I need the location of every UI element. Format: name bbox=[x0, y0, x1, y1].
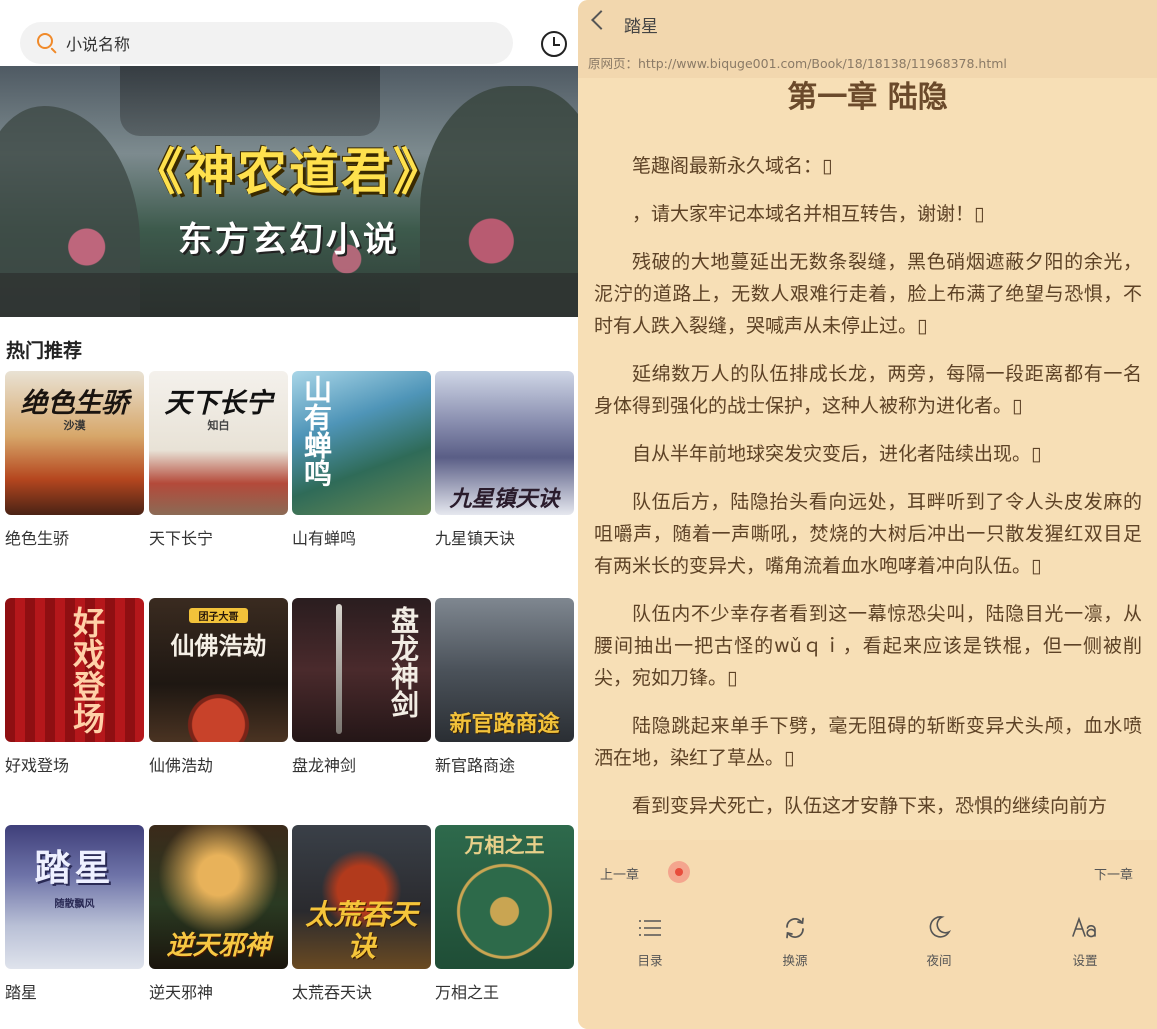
reading-progress-slider[interactable] bbox=[668, 861, 690, 883]
chapter-content: 笔趣阁最新永久域名：▯ ，请大家牢记本域名并相互转告，谢谢！▯ 残破的大地蔓延出… bbox=[594, 150, 1142, 838]
paragraph: 看到变异犬死亡，队伍这才安静下来，恐惧的继续向前方 bbox=[632, 795, 1108, 817]
book-title: 万相之王 bbox=[435, 983, 500, 1002]
paragraph: 自从半年前地球突发灾变后，进化者陆续出现。▯ bbox=[632, 443, 1042, 465]
menu-label: 换源 bbox=[782, 953, 808, 968]
font-settings-icon bbox=[1071, 914, 1099, 944]
moon-icon bbox=[927, 914, 952, 944]
book-cover: 好戏登场 bbox=[5, 598, 144, 742]
search-input[interactable]: 小说名称 bbox=[20, 22, 513, 64]
cover-title: 好戏登场 bbox=[68, 606, 106, 734]
chapter-title: 第一章 陆隐 bbox=[787, 80, 948, 115]
menu-label: 目录 bbox=[637, 953, 663, 968]
book-cover: 绝色生骄 沙漠 bbox=[5, 371, 144, 515]
book-cover: 逆天邪神 bbox=[149, 825, 288, 969]
book-title: 九星镇天诀 bbox=[435, 529, 516, 548]
book-title: 绝色生骄 bbox=[5, 529, 70, 548]
prev-chapter-button[interactable]: 上一章 bbox=[600, 864, 639, 883]
book-cover: 九星镇天诀 bbox=[435, 371, 574, 515]
book-title: 仙佛浩劫 bbox=[149, 756, 214, 775]
source-url[interactable]: 原网页：http://www.biquge001.com/Book/18/181… bbox=[588, 53, 1007, 72]
promo-banner[interactable]: 《神农道君》 东方玄幻小说 bbox=[0, 66, 578, 317]
cover-title: 万相之王 bbox=[464, 833, 545, 857]
menu-night-mode-button[interactable]: 夜间 bbox=[909, 914, 969, 969]
reader-book-name: 踏星 bbox=[624, 17, 658, 37]
book-title: 天下长宁 bbox=[149, 529, 214, 548]
paragraph: 陆隐跳起来单手下劈，毫无阻碍的斩断变异犬头颅，血水喷洒在地，染红了草丛。▯ bbox=[594, 715, 1142, 769]
book-cover: 团子大哥 仙佛浩劫 bbox=[149, 598, 288, 742]
reader-pane[interactable]: 踏星 原网页：http://www.biquge001.com/Book/18/… bbox=[578, 0, 1157, 1029]
book-card[interactable]: 天下长宁 知白 天下长宁 bbox=[149, 371, 288, 549]
cover-title: 太荒吞天诀 bbox=[305, 898, 418, 963]
book-title: 太荒吞天诀 bbox=[292, 983, 373, 1002]
menu-settings-button[interactable]: 设置 bbox=[1055, 914, 1115, 969]
menu-label: 夜间 bbox=[926, 953, 952, 968]
book-card[interactable]: 山有蝉鸣 山有蝉鸣 bbox=[292, 371, 431, 549]
cover-author: 知白 bbox=[207, 419, 230, 432]
book-cover: 天下长宁 知白 bbox=[149, 371, 288, 515]
menu-label: 设置 bbox=[1072, 953, 1098, 968]
book-card[interactable]: 好戏登场 好戏登场 bbox=[5, 598, 144, 776]
paragraph: 队伍内不少幸存者看到这一幕惊恐尖叫，陆隐目光一凛，从腰间抽出一把古怪的wǔｑｉ，… bbox=[594, 603, 1142, 689]
banner-subtitle: 东方玄幻小说 bbox=[178, 220, 400, 260]
paragraph: 残破的大地蔓延出无数条裂缝，黑色硝烟遮蔽夕阳的余光，泥泞的道路上，无数人艰难行走… bbox=[594, 251, 1142, 337]
book-title: 踏星 bbox=[5, 983, 38, 1002]
book-cover: 盘龙神剑 bbox=[292, 598, 431, 742]
menu-switch-source-button[interactable]: 换源 bbox=[765, 914, 825, 969]
book-title: 逆天邪神 bbox=[149, 983, 214, 1002]
bookstore-pane: 小说名称 《神农道君》 东方玄幻小说 热门推荐 绝色生骄 沙漠 绝色生骄 天下长… bbox=[0, 0, 578, 1029]
cover-title: 山有蝉鸣 bbox=[300, 375, 333, 487]
cover-title: 仙佛浩劫 bbox=[170, 632, 267, 660]
book-card[interactable]: 踏星 随散飘风 踏星 bbox=[5, 825, 144, 1003]
book-card[interactable]: 太荒吞天诀 太荒吞天诀 bbox=[292, 825, 431, 1003]
reader-top-bar: 踏星 原网页：http://www.biquge001.com/Book/18/… bbox=[578, 0, 1157, 78]
paragraph: 延绵数万人的队伍排成长龙，两旁，每隔一段距离都有一名身体得到强化的战士保护，这种… bbox=[594, 363, 1142, 417]
cover-title: 盘龙神剑 bbox=[387, 606, 420, 718]
paragraph: ，请大家牢记本域名并相互转告，谢谢！▯ bbox=[632, 203, 985, 225]
cover-author: 团子大哥 bbox=[189, 608, 248, 623]
back-arrow-icon[interactable] bbox=[591, 10, 611, 30]
section-title: 热门推荐 bbox=[6, 340, 83, 362]
paragraph: 笔趣阁最新永久域名：▯ bbox=[632, 155, 833, 177]
book-card[interactable]: 九星镇天诀 九星镇天诀 bbox=[435, 371, 574, 549]
book-title: 新官路商途 bbox=[435, 756, 516, 775]
list-icon bbox=[638, 914, 662, 944]
cover-title: 逆天邪神 bbox=[166, 931, 271, 961]
book-card[interactable]: 万相之王 万相之王 bbox=[435, 825, 574, 1003]
book-cover: 踏星 随散飘风 bbox=[5, 825, 144, 969]
search-placeholder: 小说名称 bbox=[66, 35, 131, 54]
refresh-icon bbox=[783, 914, 807, 944]
cover-title: 绝色生骄 bbox=[20, 388, 129, 419]
next-chapter-button[interactable]: 下一章 bbox=[1094, 864, 1133, 883]
cover-title: 踏星 bbox=[34, 848, 115, 889]
book-card[interactable]: 逆天邪神 逆天邪神 bbox=[149, 825, 288, 1003]
book-title: 盘龙神剑 bbox=[292, 756, 357, 775]
book-card[interactable]: 团子大哥 仙佛浩劫 仙佛浩劫 bbox=[149, 598, 288, 776]
book-cover: 山有蝉鸣 bbox=[292, 371, 431, 515]
book-title: 好戏登场 bbox=[5, 756, 70, 775]
cover-author: 随散飘风 bbox=[54, 899, 95, 910]
history-clock-icon[interactable] bbox=[541, 31, 567, 57]
menu-catalog-button[interactable]: 目录 bbox=[620, 914, 680, 969]
book-card[interactable]: 盘龙神剑 盘龙神剑 bbox=[292, 598, 431, 776]
reader-bottom-bar: 上一章 下一章 目录 换源 夜间 设置 bbox=[578, 840, 1157, 1029]
book-card[interactable]: 新官路商途 新官路商途 bbox=[435, 598, 574, 776]
cover-author: 沙漠 bbox=[63, 419, 86, 432]
book-cover: 新官路商途 bbox=[435, 598, 574, 742]
paragraph: 队伍后方，陆隐抬头看向远处，耳畔听到了令人头皮发麻的咀嚼声，随着一声嘶吼，焚烧的… bbox=[594, 491, 1142, 577]
cover-title: 天下长宁 bbox=[164, 388, 273, 419]
book-cover: 太荒吞天诀 bbox=[292, 825, 431, 969]
book-title: 山有蝉鸣 bbox=[292, 529, 357, 548]
banner-title: 《神农道君》 bbox=[133, 143, 445, 201]
book-card[interactable]: 绝色生骄 沙漠 绝色生骄 bbox=[5, 371, 144, 549]
cover-title: 九星镇天诀 bbox=[449, 487, 560, 512]
search-icon bbox=[36, 32, 58, 54]
book-cover: 万相之王 bbox=[435, 825, 574, 969]
cover-title: 新官路商途 bbox=[449, 712, 560, 737]
